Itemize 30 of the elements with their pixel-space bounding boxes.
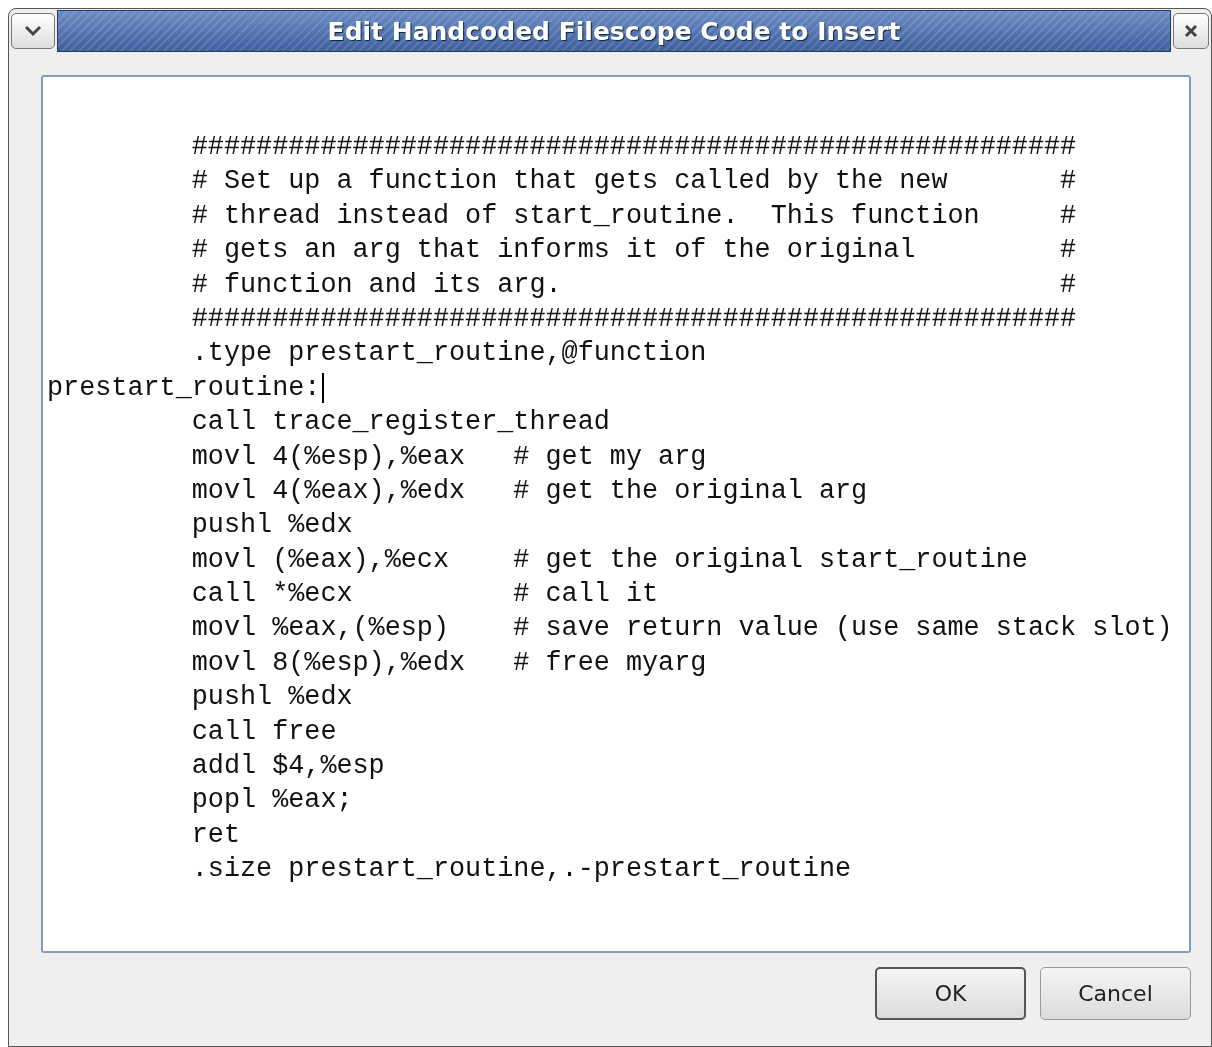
code-line: call trace_register_thread xyxy=(190,406,610,440)
code-line: movl 4(%esp),%eax # get my arg xyxy=(190,440,707,474)
code-line: # thread instead of start_routine. This function # xyxy=(190,199,1077,233)
code-line: call *%ecx # call it xyxy=(190,578,659,612)
code-line: movl 8(%esp),%edx # free myarg xyxy=(190,646,707,680)
text-cursor xyxy=(322,372,325,403)
code-line: pushl %edx xyxy=(190,509,353,543)
code-line: .size prestart_routine,.-prestart_routine xyxy=(190,853,852,887)
code-line: popl %eax; xyxy=(190,784,353,818)
code-line: ####################################################### xyxy=(190,302,1077,336)
code-line: call free xyxy=(190,715,337,749)
close-button[interactable] xyxy=(1173,13,1209,49)
code-line: ret xyxy=(190,818,240,852)
window-title: Edit Handcoded Filescope Code to Insert xyxy=(327,16,901,46)
code-line: # function and its arg. # xyxy=(190,268,1077,302)
code-line: .type prestart_routine,@function xyxy=(190,337,707,371)
code-line: addl $4,%esp xyxy=(190,750,385,784)
code-line: # Set up a function that gets called by the new # xyxy=(190,165,1077,199)
ok-button[interactable]: OK xyxy=(875,967,1026,1020)
window-menu-button[interactable] xyxy=(11,13,55,49)
code-line: pushl %edx xyxy=(190,681,353,715)
cancel-button[interactable]: Cancel xyxy=(1040,967,1191,1020)
code-line: movl (%eax),%ecx # get the original start_routine xyxy=(190,543,1028,577)
code-line: ####################################################### xyxy=(190,131,1077,164)
close-icon xyxy=(1184,24,1198,38)
code-line: movl %eax,(%esp) # save return value (use same stack slot) xyxy=(190,612,1173,646)
chevron-down-icon xyxy=(24,25,42,37)
code-line: movl 4(%eax),%edx # get the original arg xyxy=(190,474,868,508)
code-line: # gets an arg that informs it of the original # xyxy=(190,234,1077,268)
code-line: prestart_routine: xyxy=(47,371,321,405)
